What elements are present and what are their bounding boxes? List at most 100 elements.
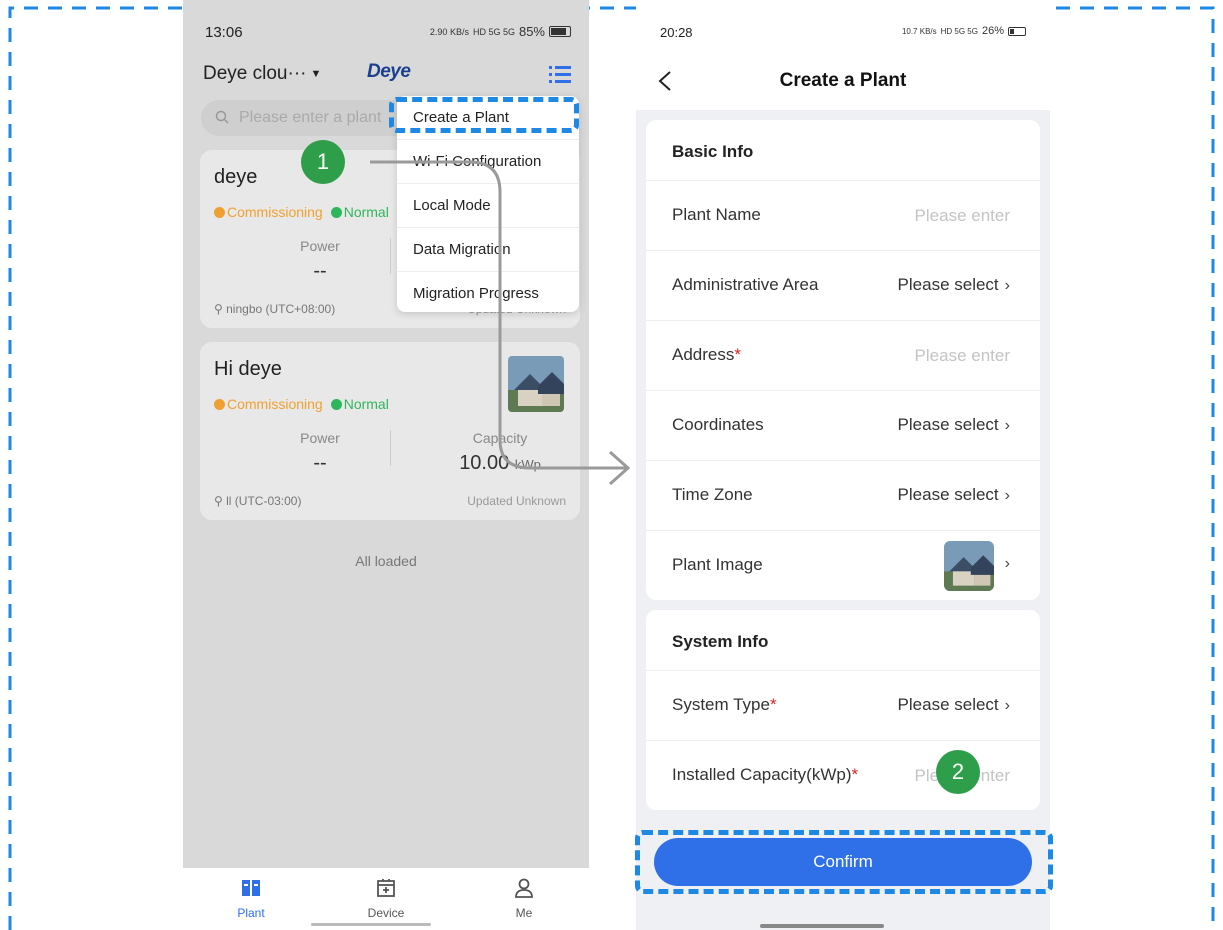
plant-card[interactable]: Hi deye Commissioning Normal Power -- Ca…	[200, 342, 580, 520]
form-body: Basic Info Plant Name Administrative Are…	[636, 110, 1050, 930]
nav-me-label: Me	[515, 906, 533, 920]
coordinates-row[interactable]: Coordinates Please select ›	[646, 390, 1040, 460]
capacity-label: Capacity	[472, 430, 528, 446]
administrative-area-value: Please select	[897, 275, 999, 294]
status-network: HD 5G 5G	[472, 26, 515, 37]
status-normal: Normal	[330, 204, 389, 220]
step-badge-1: 1	[301, 140, 345, 184]
administrative-area-select[interactable]: Please select ›	[898, 275, 1010, 295]
system-type-label-text: System Type	[672, 695, 770, 714]
required-mark: *	[851, 765, 859, 784]
bottom-nav: Plant Device Me	[183, 868, 589, 930]
nav-device[interactable]: Device	[346, 876, 426, 920]
chevron-right-icon: ›	[1004, 487, 1010, 504]
plant-thumbnail	[508, 356, 564, 412]
status-bar: 13:06 2.90 KB/s HD 5G 5G 85%	[183, 0, 589, 50]
commissioning-label: Commissioning	[227, 204, 323, 220]
system-type-select[interactable]: Please select ›	[898, 695, 1010, 715]
metric-divider	[390, 238, 391, 274]
page-header: Create a Plant	[636, 60, 1050, 106]
power-value: --	[313, 260, 327, 282]
metric-divider	[390, 430, 391, 466]
device-nav-icon	[377, 879, 395, 897]
capacity-number: 10.00	[459, 452, 510, 474]
chevron-right-icon: ›	[1004, 417, 1010, 434]
account-selector[interactable]: Deye clou··· ▼	[203, 63, 321, 85]
search-box	[201, 100, 421, 136]
house-image-icon	[508, 356, 564, 412]
me-nav-icon	[515, 878, 533, 898]
system-type-row[interactable]: System Type* Please select ›	[646, 670, 1040, 740]
basic-info-section: Basic Info Plant Name Administrative Are…	[646, 120, 1040, 600]
chevron-right-icon: ›	[1004, 697, 1010, 714]
location-text: ningbo (UTC+08:00)	[226, 302, 336, 316]
all-loaded-text: All loaded	[355, 553, 417, 569]
plant-location: ⚲ ll (UTC-03:00)	[214, 494, 301, 508]
address-input[interactable]	[860, 341, 1010, 371]
address-row: Address*	[646, 320, 1040, 390]
location-pin-icon: ⚲	[214, 302, 227, 316]
location-text: ll (UTC-03:00)	[226, 494, 302, 508]
time-zone-label: Time Zone	[672, 485, 753, 504]
menu-item-local-mode[interactable]: Local Mode	[397, 184, 579, 228]
coordinates-select[interactable]: Please select ›	[898, 415, 1010, 435]
status-time: 13:06	[205, 24, 243, 41]
administrative-area-row[interactable]: Administrative Area Please select ›	[646, 250, 1040, 320]
system-info-section: System Info System Type* Please select › …	[646, 610, 1040, 810]
required-mark: *	[734, 345, 741, 364]
plant-name-row: Plant Name	[646, 180, 1040, 250]
search-icon	[215, 110, 229, 124]
coordinates-label: Coordinates	[672, 415, 764, 434]
location-pin-icon: ⚲	[214, 494, 227, 508]
status-network: HD 5G 5G	[940, 26, 978, 36]
account-name: Deye clou···	[203, 63, 307, 84]
plant-image-thumbnail[interactable]	[944, 541, 994, 591]
coordinates-value: Please select	[897, 415, 999, 434]
status-commissioning: Commissioning	[214, 396, 323, 412]
administrative-area-label: Administrative Area	[672, 275, 819, 294]
right-phone-screen: 20:28 10.7 KB/s HD 5G 5G 26% Create a Pl…	[636, 0, 1050, 930]
status-commissioning: Commissioning	[214, 204, 323, 220]
menu-icon[interactable]	[549, 65, 571, 83]
home-indicator	[760, 924, 884, 928]
capacity-unit: kWp	[514, 457, 541, 472]
status-speed: 10.7 KB/s	[901, 26, 937, 36]
normal-check-icon	[330, 399, 342, 410]
plant-name-input[interactable]	[860, 201, 1010, 231]
plant-updated: Updated Unknown	[467, 494, 566, 508]
nav-plant-label: Plant	[237, 906, 265, 920]
system-type-label: System Type*	[672, 695, 777, 715]
plant-image-label: Plant Image	[672, 555, 763, 574]
normal-label: Normal	[343, 396, 389, 412]
plant-name: Hi deye	[214, 358, 282, 380]
chevron-right-icon: ›	[1004, 277, 1010, 294]
plant-name: deye	[214, 166, 258, 188]
time-zone-select[interactable]: Please select ›	[898, 485, 1010, 505]
app-header: Deye clou··· ▼ Deye	[183, 55, 589, 95]
status-speed: 2.90 KB/s	[429, 26, 469, 37]
plant-name-label: Plant Name	[672, 205, 761, 224]
nav-plant[interactable]: Plant	[211, 876, 291, 920]
power-label: Power	[300, 238, 340, 254]
commissioning-dot-icon	[214, 399, 225, 410]
home-indicator	[311, 923, 431, 926]
required-mark: *	[769, 695, 777, 714]
nav-me[interactable]: Me	[484, 876, 564, 920]
plant-status-tags: Commissioning Normal	[214, 204, 389, 220]
menu-item-wifi-configuration[interactable]: Wi-Fi Configuration	[397, 140, 579, 184]
time-zone-row[interactable]: Time Zone Please select ›	[646, 460, 1040, 530]
power-label: Power	[300, 430, 340, 446]
commissioning-label: Commissioning	[227, 396, 323, 412]
brand-logo: Deye	[367, 61, 411, 82]
commissioning-dot-icon	[214, 207, 225, 218]
battery-icon	[549, 26, 571, 37]
plant-status-tags: Commissioning Normal	[214, 396, 389, 412]
menu-item-migration-progress[interactable]: Migration Progress	[397, 272, 579, 316]
installed-capacity-row: Installed Capacity(kWp)*	[646, 740, 1040, 810]
address-label: Address*	[672, 345, 741, 365]
section-title: Basic Info	[672, 142, 754, 161]
menu-item-data-migration[interactable]: Data Migration	[397, 228, 579, 272]
installed-capacity-label: Installed Capacity(kWp)*	[672, 765, 858, 785]
plant-image-row[interactable]: Plant Image ›	[646, 530, 1040, 600]
status-battery-text: 26%	[981, 25, 1004, 37]
